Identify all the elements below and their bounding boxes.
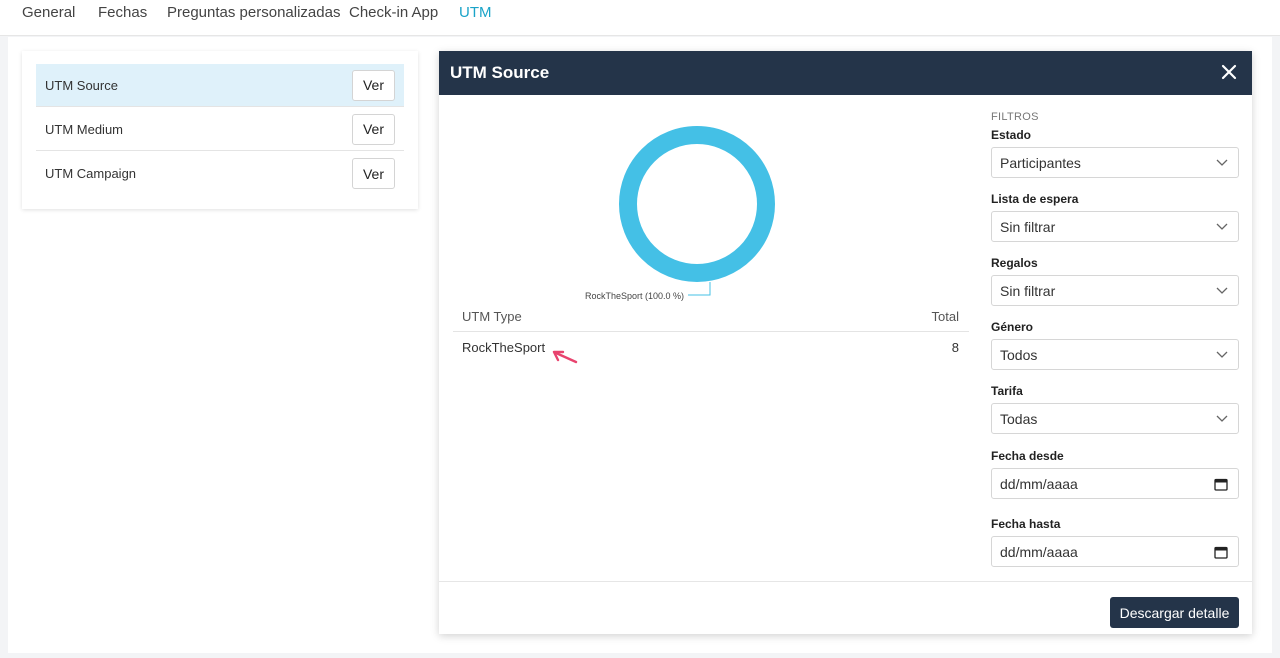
ver-button-campaign[interactable]: Ver bbox=[352, 158, 395, 189]
table-header-total: Total bbox=[931, 309, 959, 324]
chevron-down-icon bbox=[1216, 287, 1228, 294]
lista-espera-value: Sin filtrar bbox=[1000, 219, 1056, 235]
fecha-desde-input[interactable]: dd/mm/aaaa bbox=[991, 468, 1239, 499]
top-nav: General Fechas Preguntas personalizadas … bbox=[0, 0, 1280, 36]
chevron-down-icon bbox=[1216, 223, 1228, 230]
filters-title: FILTROS bbox=[991, 111, 1039, 123]
donut-leader-line bbox=[688, 282, 711, 296]
estado-value: Participantes bbox=[1000, 155, 1081, 171]
tarifa-select[interactable]: Todas bbox=[991, 403, 1239, 434]
tab-general[interactable]: General bbox=[22, 4, 75, 21]
utm-list-item-label: UTM Source bbox=[45, 77, 118, 93]
annotation-arrow-icon bbox=[552, 350, 578, 364]
donut-chart-svg: RockTheSport (100.0 %) bbox=[585, 126, 775, 301]
genero-label: Género bbox=[991, 320, 1034, 334]
estado-select[interactable]: Participantes bbox=[991, 147, 1239, 178]
tab-check-in-app[interactable]: Check-in App bbox=[349, 4, 438, 21]
fecha-desde-label: Fecha desde bbox=[991, 449, 1064, 463]
utm-list-item-source[interactable]: UTM Source Ver bbox=[36, 64, 404, 107]
utm-list-card: UTM Source Ver UTM Medium Ver UTM Campai… bbox=[22, 51, 418, 209]
utm-list-item-medium[interactable]: UTM Medium Ver bbox=[36, 108, 404, 151]
close-icon[interactable] bbox=[1218, 61, 1240, 83]
donut-slice bbox=[619, 126, 775, 282]
tarifa-label: Tarifa bbox=[991, 384, 1023, 398]
utm-list-item-label: UTM Medium bbox=[45, 121, 124, 137]
lista-espera-select[interactable]: Sin filtrar bbox=[991, 211, 1239, 242]
regalos-select[interactable]: Sin filtrar bbox=[991, 275, 1239, 306]
fecha-hasta-label: Fecha hasta bbox=[991, 517, 1061, 531]
fecha-desde-placeholder: dd/mm/aaaa bbox=[1000, 476, 1078, 492]
tarifa-value: Todas bbox=[1000, 411, 1038, 427]
regalos-label: Regalos bbox=[991, 256, 1038, 270]
ver-button-medium[interactable]: Ver bbox=[352, 113, 395, 145]
utm-list-item-label: UTM Campaign bbox=[45, 166, 137, 181]
donut-chart: RockTheSport (100.0 %) bbox=[439, 95, 979, 307]
genero-select[interactable]: Todos bbox=[991, 339, 1239, 370]
modal-footer: Descargar detalle bbox=[439, 581, 1252, 634]
modal-title: UTM Source bbox=[450, 63, 550, 82]
genero-value: Todos bbox=[1000, 347, 1038, 363]
fecha-hasta-placeholder: dd/mm/aaaa bbox=[1000, 544, 1078, 560]
chevron-down-icon bbox=[1216, 159, 1228, 166]
regalos-value: Sin filtrar bbox=[1000, 283, 1056, 299]
tab-fechas[interactable]: Fechas bbox=[98, 4, 147, 21]
download-detail-button[interactable]: Descargar detalle bbox=[1110, 597, 1239, 628]
donut-slice-label: RockTheSport (100.0 %) bbox=[585, 291, 684, 301]
calendar-icon[interactable] bbox=[1214, 545, 1228, 559]
tab-preguntas-personalizadas[interactable]: Preguntas personalizadas bbox=[167, 4, 340, 21]
utm-list-item-campaign[interactable]: UTM Campaign Ver bbox=[36, 152, 404, 195]
table-row: RockTheSport 8 bbox=[453, 334, 969, 362]
table-cell-total: 8 bbox=[951, 340, 959, 355]
fecha-hasta-input[interactable]: dd/mm/aaaa bbox=[991, 536, 1239, 567]
lista-espera-label: Lista de espera bbox=[991, 192, 1079, 206]
estado-label: Estado bbox=[991, 128, 1032, 142]
chevron-down-icon bbox=[1216, 415, 1228, 422]
ver-button-source[interactable]: Ver bbox=[352, 69, 395, 101]
chevron-down-icon bbox=[1216, 351, 1228, 358]
table-header: UTM Type Total bbox=[453, 306, 969, 332]
calendar-icon[interactable] bbox=[1214, 477, 1228, 491]
modal-header: UTM Source bbox=[439, 51, 1252, 95]
tab-utm[interactable]: UTM bbox=[459, 4, 492, 21]
table-cell-type: RockTheSport bbox=[462, 340, 546, 355]
table-header-utm-type: UTM Type bbox=[462, 309, 522, 324]
utm-source-modal: UTM Source RockTheSport (100.0 %) UTM Ty… bbox=[439, 51, 1252, 634]
